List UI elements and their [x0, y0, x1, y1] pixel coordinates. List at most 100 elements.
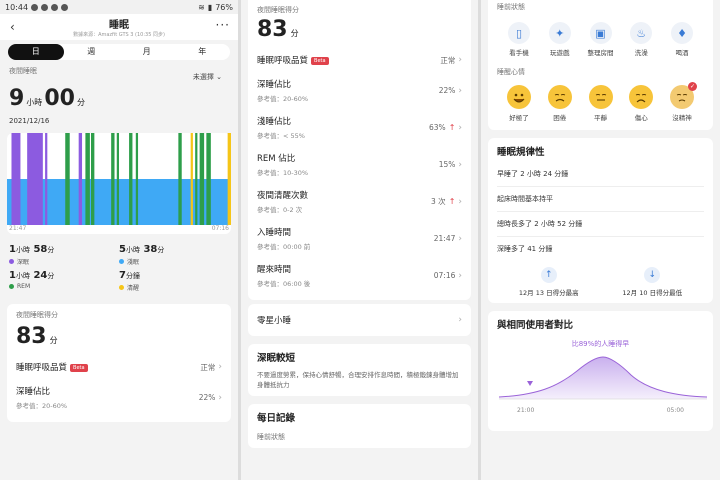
prestate-option[interactable]: ▯ 看手機 — [499, 22, 539, 57]
metric-row[interactable]: REM 佔比參考值：10-30% 15% › — [257, 146, 462, 183]
metric-name: REM 佔比 — [257, 154, 296, 164]
nap-select[interactable]: 未選擇 ⌄ — [184, 70, 230, 84]
nap-card[interactable]: 零星小睡 › — [248, 304, 471, 336]
mood-option[interactable]: 傷心 — [621, 85, 661, 122]
hypnogram-svg — [7, 133, 231, 225]
breathing-value: 正常 — [200, 362, 216, 372]
prestate-option[interactable]: ♨ 洗澡 — [621, 22, 661, 57]
compare-axis: 21:00 05:00 — [497, 407, 704, 414]
daily-record-card: 每日記錄 睡前狀態 — [248, 404, 471, 448]
sleep-date: 2021/12/16 — [9, 117, 50, 125]
metric-row[interactable]: 深睡佔比 參考值：20-60% 22% › — [257, 72, 462, 109]
tab-day[interactable]: 日 — [8, 44, 64, 60]
chevron-right-icon: › — [458, 159, 462, 170]
metric-row[interactable]: 夜間清醒次數 參考值：0-2 次 3 次 ↑ › — [257, 183, 462, 220]
prestate-option[interactable]: ▣ 整理房間 — [581, 22, 621, 57]
regularity-item: 起床時間基本持平 — [497, 195, 553, 203]
panel-sleep-details[interactable]: 夜間睡眠得分 83 分 睡眠呼吸品質 Beta 正常 › 深睡佔比 參考值：20-60%… — [241, 0, 478, 480]
metric-value: 07:16 — [433, 271, 456, 280]
metric-ref: 參考值：10-30% — [257, 169, 309, 177]
mood-option[interactable]: 好極了 — [499, 85, 539, 122]
stage-minutes-unit: 分 — [47, 246, 55, 254]
deep-segment — [78, 133, 83, 225]
prestate-option[interactable]: ♦ 喝酒 — [662, 22, 702, 57]
stage-name: REM — [17, 283, 31, 290]
metric-row[interactable]: 深睡佔比 參考值：20-60% 22% › — [16, 379, 222, 416]
regularity-list: 早睡了 2 小時 24 分鐘 起床時間基本持平 總時長多了 2 小時 52 分鐘 深睡… — [497, 162, 704, 261]
mood-option-label: 沒精神 — [672, 114, 692, 122]
metric-name: 醒來時間 — [257, 265, 292, 275]
data-source: 數據來源：Amazfit GTS 3 (10:35 同步) — [73, 32, 165, 38]
rem-segment — [91, 133, 95, 225]
tired-face-icon — [547, 85, 572, 109]
compare-note: 比89%的人睡得早 — [571, 340, 630, 348]
rem-segment — [199, 133, 205, 225]
deep-segment — [27, 133, 43, 225]
regularity-card: 睡眠規律性 早睡了 2 小時 24 分鐘 起床時間基本持平 總時長多了 2 小時 5… — [488, 138, 713, 303]
score-unit: 分 — [49, 336, 58, 345]
total-sleep-time: 9 小時00 分 — [9, 86, 229, 111]
more-icon[interactable]: ··· — [216, 18, 230, 32]
app-header: ‹ 睡眠 數據來源：Amazfit GTS 3 (10:35 同步) ··· — [0, 14, 238, 40]
mood-label: 睡醒心情 — [497, 68, 525, 76]
tab-month[interactable]: 月 — [119, 44, 175, 60]
chevron-right-icon: › — [218, 362, 222, 372]
metric-row[interactable]: 入睡時間 參考值：00:00 前 21:47 › — [257, 220, 462, 257]
metric-row[interactable]: 醒來時間 參考值：06:00 後 07:16 › — [257, 257, 462, 294]
panel-sleep-record[interactable]: 睡前狀態 ▯ 看手機 ✦ 玩遊戲 ▣ 整理房間 ♨ 洗澡 ♦ 喝酒 睡醒心情 好極了 困倦 平靜 … — [481, 0, 720, 480]
rem-segment — [65, 133, 70, 225]
prestate-option-label: 整理房間 — [587, 49, 614, 57]
rem-segment — [178, 133, 182, 225]
stage-hours: 1 — [9, 244, 16, 255]
calm-face-icon — [588, 85, 613, 109]
prestate-label: 睡前狀態 — [497, 3, 525, 11]
metric-ref: 參考值：00:00 前 — [257, 243, 311, 251]
deep-segment — [11, 133, 21, 225]
metric-value: 63% — [429, 123, 446, 132]
score-value: 83 — [16, 324, 47, 349]
stage-name: 淺眠 — [127, 259, 140, 266]
metric-name: 深睡佔比 — [16, 387, 51, 397]
drink-icon: ♦ — [671, 22, 693, 44]
metric-row[interactable]: 淺睡佔比 參考值：< 55% 63% ↑ › — [257, 109, 462, 146]
beta-badge: Beta — [311, 56, 329, 65]
mood-option[interactable]: 平靜 — [581, 85, 621, 122]
sad-face-icon — [629, 85, 654, 109]
metric-ref: 參考值：06:00 後 — [257, 280, 311, 288]
worst-day-label: 12月 10 日得分最低 — [622, 289, 683, 297]
back-icon[interactable]: ‹ — [10, 20, 15, 34]
mood-option[interactable]: ✓ 沒精神 — [662, 82, 702, 122]
period-tabs: 日 週 月 年 — [8, 44, 230, 60]
metric-value: 15% — [438, 160, 456, 169]
total-minutes: 00 — [44, 86, 75, 111]
metric-ref: 參考值：20-60% — [16, 402, 68, 410]
mood-option[interactable]: 困倦 — [540, 85, 580, 122]
breathing-row[interactable]: 睡眠呼吸品質 Beta 正常 › — [16, 355, 222, 379]
rem-swatch — [9, 284, 14, 289]
stage-hours: 1 — [9, 270, 16, 281]
panel-sleep-overview[interactable]: 10:44 ≋ ▮ 76% ‹ 睡眠 數據來源：Amazfit GTS 3 (1… — [0, 0, 238, 480]
chevron-right-icon: › — [458, 233, 462, 244]
sleep-stage-chart[interactable] — [7, 133, 231, 225]
metric-ref: 參考值：0-2 次 — [257, 206, 303, 214]
axis-end: 05:00 — [666, 407, 684, 414]
beta-badge: Beta — [70, 363, 88, 372]
advice-title: 深眠較短 — [257, 353, 296, 364]
prestate-option-label: 玩遊戲 — [550, 49, 570, 57]
tab-year[interactable]: 年 — [175, 44, 231, 60]
metric-value: 3 次 — [431, 197, 446, 206]
mood-options: 好極了 困倦 平靜 傷心 ✓ 沒精神 — [497, 82, 704, 124]
stage-minutes-unit: 分鐘 — [125, 272, 140, 280]
worst-day: ↓ 12月 10 日得分最低 — [622, 267, 682, 297]
regularity-item: 深睡多了 41 分鐘 — [497, 245, 553, 253]
sleepy-face-icon: ✓ — [670, 82, 697, 109]
breathing-row[interactable]: 睡眠呼吸品質 Beta 正常 › — [257, 48, 462, 72]
tab-week[interactable]: 週 — [64, 44, 120, 60]
metric-value: 22% — [438, 86, 456, 95]
sleep-score: 83 分 — [257, 17, 462, 42]
chevron-right-icon: › — [458, 315, 462, 325]
breathing-value: 正常 — [440, 55, 456, 65]
stage-deep: 1小時 58分 深眠 — [9, 244, 119, 266]
night-sleep-section: 夜間睡眠 未選擇 ⌄ 9 小時00 分 2021/12/16 — [0, 60, 238, 125]
prestate-option[interactable]: ✦ 玩遊戲 — [540, 22, 580, 57]
